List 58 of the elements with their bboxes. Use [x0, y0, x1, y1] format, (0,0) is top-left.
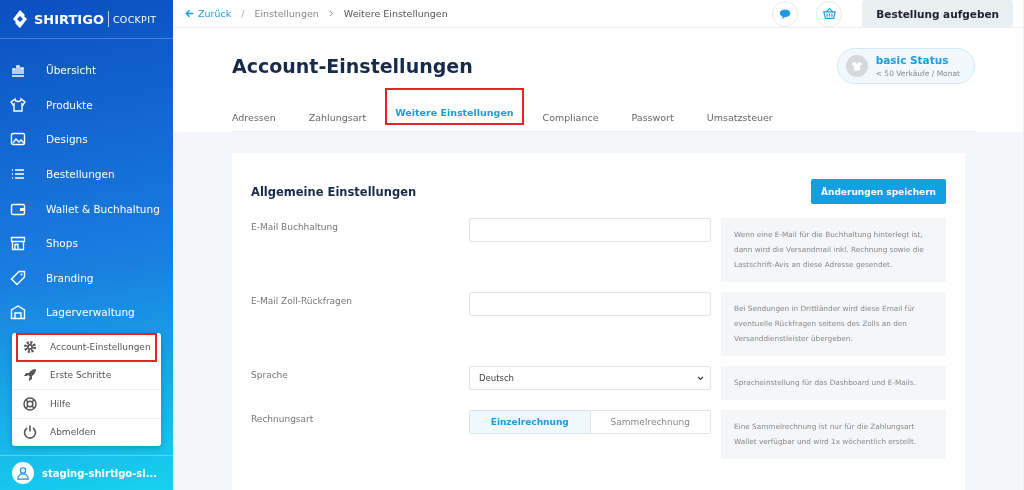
breadcrumb-separator: /	[241, 8, 245, 19]
bar-chart-icon	[10, 62, 26, 79]
storefront-icon	[10, 235, 26, 252]
input-field[interactable]	[469, 218, 711, 242]
input-field[interactable]	[469, 292, 711, 316]
rocket-icon	[22, 367, 38, 384]
field-label: E-Mail Buchhaltung	[251, 221, 339, 234]
nav-item[interactable]: Designs	[0, 122, 173, 157]
field-label: Rechnungsart	[251, 413, 315, 426]
basket-icon	[822, 7, 836, 20]
nav-item[interactable]: Lagerverwaltung	[0, 295, 173, 330]
field-label: Sprache	[251, 369, 289, 382]
language-select[interactable]: Deutsch	[469, 366, 711, 390]
image-icon	[10, 131, 26, 148]
section-title: Allgemeine Einstellungen	[251, 184, 417, 199]
avatar-icon	[12, 462, 34, 484]
nav-item[interactable]: Wallet & Buchhaltung	[0, 191, 173, 226]
field-label: E-Mail Zoll-Rückfragen	[251, 295, 354, 308]
tab[interactable]: Adressen	[232, 104, 288, 131]
chevron-down-icon	[697, 375, 704, 381]
warehouse-icon	[10, 304, 26, 321]
tab[interactable]: Weitere Einstellungen	[387, 90, 522, 123]
tab[interactable]: Passwort	[619, 104, 686, 131]
basket-button[interactable]	[816, 0, 843, 27]
tag-icon	[10, 269, 26, 286]
status-title: basic Status	[875, 54, 950, 66]
chevron-right-icon	[328, 10, 334, 17]
menu-item[interactable]: Erste Schritte	[12, 361, 161, 390]
nav-item[interactable]: Shops	[0, 225, 173, 261]
save-button[interactable]: Änderungen speichern	[811, 179, 946, 204]
logo-icon	[10, 9, 30, 29]
menu-item[interactable]: Abmelden	[12, 418, 161, 446]
chat-button[interactable]	[772, 0, 799, 27]
power-icon	[22, 424, 38, 441]
menu-item[interactable]: Account-Einstellungen	[16, 333, 157, 362]
nav-item[interactable]: Produkte	[0, 87, 173, 123]
shirt-icon	[10, 96, 26, 113]
nav-item[interactable]: Branding	[0, 260, 173, 296]
breadcrumb-item[interactable]: Weitere Einstellungen	[343, 8, 448, 19]
lifebuoy-icon	[22, 395, 38, 412]
shirt-icon	[845, 55, 868, 77]
segment-option[interactable]: Sammelrechnung	[589, 411, 710, 433]
page-title: Account-Einstellungen	[232, 55, 473, 77]
arrow-left-icon	[185, 9, 194, 18]
tab[interactable]: Compliance	[530, 104, 611, 131]
brand-name: SHIRTIGO	[34, 11, 104, 27]
segment-option[interactable]: Einzelrechnung	[470, 411, 590, 433]
speech-bubble-icon	[779, 7, 792, 20]
order-button[interactable]: Bestellung aufgeben	[862, 0, 1013, 27]
tab[interactable]: Zahlungsart	[296, 104, 379, 131]
settings-icon	[22, 338, 38, 355]
tab[interactable]: Umsatzsteuer	[694, 104, 785, 131]
product-name: COCKPIT	[112, 13, 157, 25]
back-link[interactable]: Zurück	[185, 8, 232, 19]
nav-item[interactable]: Übersicht	[0, 53, 173, 88]
menu-item[interactable]: Hilfe	[12, 390, 161, 419]
nav-item[interactable]: Bestellungen	[0, 156, 173, 192]
breadcrumb-item[interactable]: Einstellungen	[254, 8, 319, 19]
